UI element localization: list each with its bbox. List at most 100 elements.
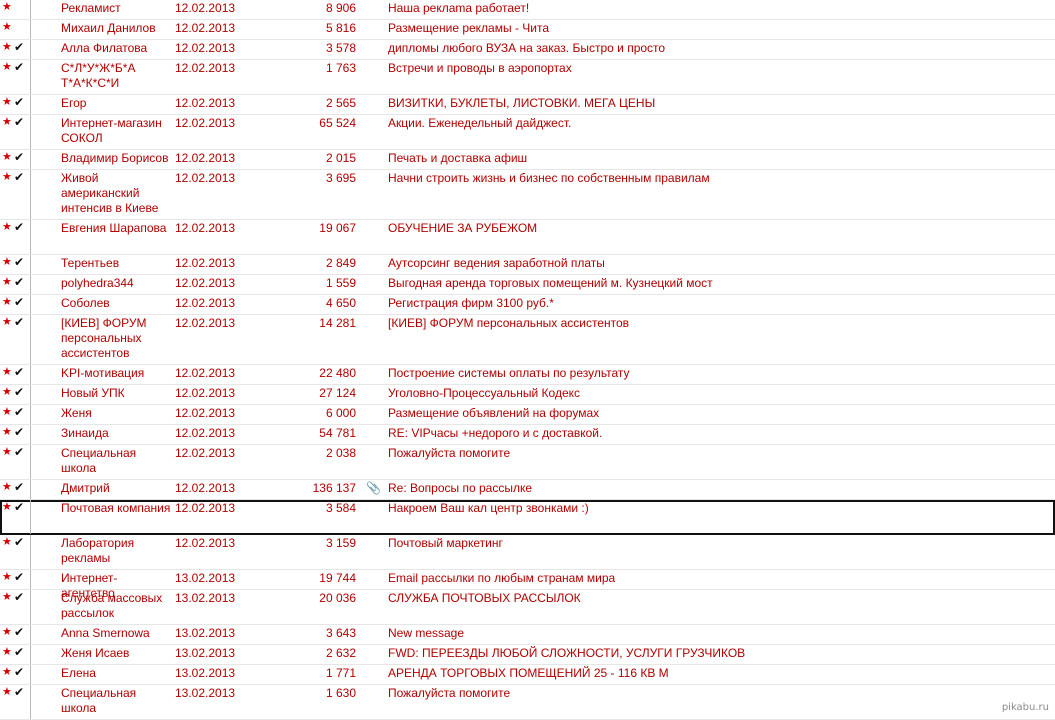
checkmark-icon[interactable]: ✔: [14, 646, 24, 658]
message-row[interactable]: ★ ✔ polyhedra344 12.02.2013 1 559 Выгодная ар…: [0, 275, 1055, 295]
checkmark-icon[interactable]: ✔: [14, 41, 24, 53]
star-icon[interactable]: ★: [2, 426, 12, 438]
message-row[interactable]: ★ ✔ Соболев 12.02.2013 4 650 Регистрация фирм…: [0, 295, 1055, 315]
message-row[interactable]: ★ ✔ Новый УПК 12.02.2013 27 124 Уголовно-Проц…: [0, 385, 1055, 405]
checkmark-icon[interactable]: ✔: [14, 686, 24, 698]
message-subject[interactable]: Уголовно-Процессуальный Кодекс: [388, 386, 1048, 401]
message-row[interactable]: ★ ✔ Елена 13.02.2013 1 771 АРЕНДА ТОРГОВЫХ ПО…: [0, 665, 1055, 685]
message-row[interactable]: ★ ✔ Anna Smernowa 13.02.2013 3 643 New messag…: [0, 625, 1055, 645]
star-icon[interactable]: ★: [2, 406, 12, 418]
star-icon[interactable]: ★: [2, 116, 12, 128]
checkmark-icon[interactable]: ✔: [14, 151, 24, 163]
checkmark-icon[interactable]: ✔: [14, 591, 24, 603]
checkmark-icon[interactable]: ✔: [14, 296, 24, 308]
message-subject[interactable]: ОБУЧЕНИЕ ЗА РУБЕЖОМ: [388, 221, 1048, 236]
message-row[interactable]: ★ ✔ Алла Филатова 12.02.2013 3 578 дипломы лю…: [0, 40, 1055, 60]
checkmark-icon[interactable]: ✔: [14, 256, 24, 268]
star-icon[interactable]: ★: [2, 296, 12, 308]
star-icon[interactable]: ★: [2, 96, 12, 108]
message-subject[interactable]: Построение системы оплаты по результату: [388, 366, 1048, 381]
checkmark-icon[interactable]: ✔: [14, 626, 24, 638]
message-row[interactable]: ★ ✔ Егор 12.02.2013 2 565 ВИЗИТКИ, БУКЛЕТЫ, Л…: [0, 95, 1055, 115]
message-row[interactable]: ★ ✔ Интернет-агентство 13.02.2013 19 744 Emai…: [0, 570, 1055, 600]
message-subject[interactable]: Регистрация фирм 3100 руб.*: [388, 296, 1048, 311]
message-subject[interactable]: Пожалуйста помогите: [388, 686, 1048, 701]
checkmark-icon[interactable]: ✔: [14, 116, 24, 128]
star-icon[interactable]: ★: [2, 646, 12, 658]
message-row[interactable]: ★ ✔ [КИЕВ] ФОРУМ персональных ассистентов 1…: [0, 315, 1055, 365]
star-icon[interactable]: ★: [2, 571, 12, 583]
message-row[interactable]: ★ ✔ Живой американский интенсив в Киеве 12.…: [0, 170, 1055, 220]
message-row[interactable]: ★ ✔ Дмитрий 12.02.2013 136 137 📎 Re: Вопросы п…: [0, 480, 1055, 500]
checkmark-icon[interactable]: ✔: [14, 316, 24, 328]
checkmark-icon[interactable]: ✔: [14, 426, 24, 438]
star-icon[interactable]: ★: [2, 591, 12, 603]
star-icon[interactable]: ★: [2, 41, 12, 53]
message-row[interactable]: ★ ✔ KPI-мотивация 12.02.2013 22 480 Построени…: [0, 365, 1055, 385]
message-subject[interactable]: RE: VIPчасы +недорого и с доставкой.: [388, 426, 1048, 441]
checkmark-icon[interactable]: ✔: [14, 221, 24, 233]
message-subject[interactable]: СЛУЖБА ПОЧТОВЫХ РАССЫЛОК: [388, 591, 1048, 606]
message-row[interactable]: ★ Михаил Данилов 12.02.2013 5 816 Размещение…: [0, 20, 1055, 40]
message-subject[interactable]: Аутсорсинг ведения заработной платы: [388, 256, 1048, 271]
message-subject[interactable]: Email рассылки по любым странам мира: [388, 571, 1048, 586]
message-row[interactable]: ★ ✔ Терентьев 12.02.2013 2 849 Аутсорсинг вед…: [0, 255, 1055, 275]
message-subject[interactable]: Почтовый маркетинг: [388, 536, 1048, 551]
checkmark-icon[interactable]: ✔: [14, 61, 24, 73]
star-icon[interactable]: ★: [2, 446, 12, 458]
message-subject[interactable]: АРЕНДА ТОРГОВЫХ ПОМЕЩЕНИЙ 25 - 116 КВ М: [388, 666, 1048, 681]
message-row[interactable]: ★ ✔ Интернет-магазин СОКОЛ 12.02.2013 65 524…: [0, 115, 1055, 150]
star-icon[interactable]: ★: [2, 481, 12, 493]
checkmark-icon[interactable]: ✔: [14, 446, 24, 458]
message-subject[interactable]: Накроем Ваш кал центр звонками :): [388, 501, 1048, 516]
star-icon[interactable]: ★: [2, 1, 12, 13]
message-row[interactable]: ★ ✔ Специальная школа 12.02.2013 2 038 Пожалу…: [0, 445, 1055, 480]
checkmark-icon[interactable]: ✔: [14, 481, 24, 493]
message-subject[interactable]: New message: [388, 626, 1048, 641]
message-subject[interactable]: Печать и доставка афиш: [388, 151, 1048, 166]
message-subject[interactable]: [КИЕВ] ФОРУМ персональных ассистентов: [388, 316, 1048, 331]
star-icon[interactable]: ★: [2, 171, 12, 183]
message-subject[interactable]: FWD: ПЕРЕЕЗДЫ ЛЮБОЙ СЛОЖНОСТИ, УСЛУГИ ГР…: [388, 646, 1048, 661]
checkmark-icon[interactable]: ✔: [14, 536, 24, 548]
message-subject[interactable]: Наша реклama работает!: [388, 1, 1048, 16]
message-subject[interactable]: Акции. Еженедельный дайджест.: [388, 116, 1048, 131]
message-row[interactable]: ★ ✔ С*Л*У*Ж*Б*А Т*А*К*С*И 12.02.2013 1 763 Вс…: [0, 60, 1055, 95]
message-row[interactable]: ★ ✔ Женя 12.02.2013 6 000 Размещение объявлен…: [0, 405, 1055, 425]
star-icon[interactable]: ★: [2, 21, 12, 33]
message-row[interactable]: ★ ✔ Владимир Борисов 12.02.2013 2 015 Печать …: [0, 150, 1055, 170]
checkmark-icon[interactable]: ✔: [14, 386, 24, 398]
message-row[interactable]: ★ ✔ Женя Исаев 13.02.2013 2 632 FWD: ПЕРЕЕЗДЫ…: [0, 645, 1055, 665]
star-icon[interactable]: ★: [2, 626, 12, 638]
checkmark-icon[interactable]: ✔: [14, 366, 24, 378]
star-icon[interactable]: ★: [2, 276, 12, 288]
star-icon[interactable]: ★: [2, 61, 12, 73]
star-icon[interactable]: ★: [2, 386, 12, 398]
checkmark-icon[interactable]: ✔: [14, 276, 24, 288]
message-subject[interactable]: Пожалуйста помогите: [388, 446, 1048, 461]
message-subject[interactable]: дипломы любого ВУЗА на заказ. Быстро и п…: [388, 41, 1048, 56]
message-row[interactable]: ★ ✔ Евгения Шарапова 12.02.2013 19 067 ОБУЧЕН…: [0, 220, 1055, 255]
message-subject[interactable]: Размещение рекламы - Чита: [388, 21, 1048, 36]
star-icon[interactable]: ★: [2, 686, 12, 698]
star-icon[interactable]: ★: [2, 536, 12, 548]
message-row[interactable]: ★ ✔ Служба массовых рассылок 13.02.2013 20 0…: [0, 590, 1055, 625]
star-icon[interactable]: ★: [2, 151, 12, 163]
message-subject[interactable]: Начни строить жизнь и бизнес по собствен…: [388, 171, 1048, 186]
message-subject[interactable]: ВИЗИТКИ, БУКЛЕТЫ, ЛИСТОВКИ. МЕГА ЦЕНЫ: [388, 96, 1048, 111]
selected-message-row[interactable]: ★ ✔ Почтовая компания 12.02.2013 3 584 Накрое…: [0, 500, 1055, 535]
star-icon[interactable]: ★: [2, 666, 12, 678]
message-subject[interactable]: Размещение объявлений на форумах: [388, 406, 1048, 421]
checkmark-icon[interactable]: ✔: [14, 501, 24, 513]
message-row[interactable]: ★ Рекламист 12.02.2013 8 906 Наша реклama ра…: [0, 0, 1055, 20]
message-subject[interactable]: Re: Вопросы по рассылке: [388, 481, 1048, 496]
star-icon[interactable]: ★: [2, 366, 12, 378]
checkmark-icon[interactable]: ✔: [14, 96, 24, 108]
star-icon[interactable]: ★: [2, 316, 12, 328]
message-subject[interactable]: Встречи и проводы в аэропортах: [388, 61, 1048, 76]
message-row[interactable]: ★ ✔ Зинаида 12.02.2013 54 781 RE: VIPчасы +не…: [0, 425, 1055, 445]
message-row[interactable]: ★ ✔ Лаборатория рекламы 12.02.2013 3 159 Почт…: [0, 535, 1055, 570]
checkmark-icon[interactable]: ✔: [14, 171, 24, 183]
checkmark-icon[interactable]: ✔: [14, 571, 24, 583]
star-icon[interactable]: ★: [2, 256, 12, 268]
